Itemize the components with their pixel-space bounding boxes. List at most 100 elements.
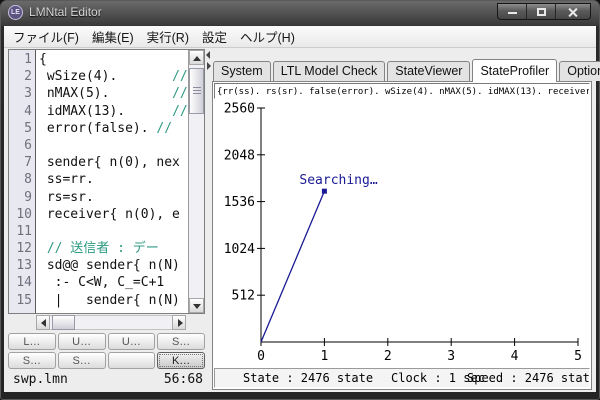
arrow-left-icon [41,319,46,327]
code-line: wSize(4). // [39,68,188,85]
chart-x-tick-label: 4 [511,349,519,364]
menu-item[interactable]: 編集(E) [92,27,134,46]
code-text: sd@@ sender{ n(N) [39,258,180,273]
window-title: LMNtal Editor [29,5,102,19]
code-text: receiver{ n(0), e [39,207,180,222]
line-number: 9 [9,189,32,206]
caret-position: 56:68 [164,371,203,389]
arrow-up-icon [193,56,201,61]
state-profiler-panel: {rr(ss). rs(sr). false(error). wSize(4).… [212,81,592,390]
code-line: sd@@ sender{ n(N) [39,257,188,274]
code-editor[interactable]: 123456789101112131415 { wSize(4). // nMA… [8,49,205,314]
line-number: 6 [9,137,32,154]
line-number: 4 [9,103,32,120]
tab-system[interactable]: System [213,61,271,81]
editor-button-grid: L…U…U…S…S…S…K… [8,333,205,369]
code-line: error(false). // [39,120,188,137]
code-text: { [39,52,47,67]
horizontal-scroll-thumb[interactable] [52,315,75,330]
title-bar[interactable]: LE LMNtal Editor [1,1,599,25]
comment-text: // 送信者 : デー [39,241,159,256]
chart-data-point [322,189,327,194]
code-text: nMAX(5). [39,86,172,101]
maximize-icon [537,8,546,16]
state-text-field[interactable]: {rr(ss). rs(sr). false(error). wSize(4).… [214,83,590,99]
code-line: { [39,51,188,68]
collapse-right-icon[interactable] [207,62,211,70]
code-line: nMAX(5). // [39,85,188,102]
tab-stateprofiler[interactable]: StateProfiler [472,59,557,82]
chart-x-tick-label: 0 [257,349,265,364]
menu-bar: ファイル(F) 編集(E) 実行(R) 設定ヘルプ(H) [4,26,596,48]
line-number: 11 [9,223,32,240]
line-number: 8 [9,171,32,188]
line-number: 15 [9,292,32,309]
chart-x-tick-label: 1 [320,349,328,364]
code-text: error(false). [39,121,156,136]
chart-y-tick-label: 1024 [224,242,255,257]
scroll-left-button[interactable] [36,315,50,330]
comment-text: // [156,121,172,136]
editor-button[interactable]: S… [58,352,106,369]
code-line [39,137,188,154]
editor-button[interactable] [108,352,156,369]
menu-item[interactable]: ヘルプ(H) [240,27,295,46]
arrow-down-icon [193,304,201,309]
editor-horizontal-scrollbar[interactable] [36,315,186,330]
line-number: 14 [9,274,32,291]
editor-vertical-scrollbar[interactable] [188,50,204,313]
chart-canvas: 5121024153620482560012345Searching… [213,102,592,369]
scroll-right-button[interactable] [172,315,186,330]
scroll-up-button[interactable] [189,50,204,65]
editor-status-bar: swp.lmn 56:68 [8,371,205,389]
code-line: receiver{ n(0), e [39,206,188,223]
app-icon: LE [8,5,23,20]
client-area: ファイル(F)編集(E)実行(R)設定ヘルプ(H) 12345678910111… [4,26,596,392]
code-text: ss=rr. [39,172,94,187]
tab-ltl-model-check[interactable]: LTL Model Check [273,61,386,81]
editor-button[interactable]: K… [157,352,205,369]
comment-text: // [172,69,188,84]
code-text: sender{ n(0), nex [39,155,180,170]
line-number: 10 [9,206,32,223]
line-number: 7 [9,154,32,171]
code-line: sender{ n(0), nex [39,154,188,171]
menu-item[interactable]: ファイル(F) [13,27,79,46]
close-button[interactable] [556,4,590,19]
editor-button[interactable]: U… [58,333,106,350]
line-number-gutter: 123456789101112131415 [9,50,36,313]
code-lines[interactable]: { wSize(4). // nMAX(5). // idMAX(13). //… [36,50,188,313]
chart-annotation: Searching… [299,173,377,188]
vertical-scroll-thumb[interactable] [189,68,204,114]
code-line: | sender{ n(N) [39,292,188,309]
chart-x-tick-label: 3 [447,349,455,364]
comment-text: // [172,86,188,101]
editor-button[interactable]: U… [108,333,156,350]
maximize-button[interactable] [527,4,556,19]
chart-x-tick-label: 2 [384,349,392,364]
minimize-button[interactable] [498,4,527,19]
line-number: 13 [9,257,32,274]
scroll-down-button[interactable] [189,298,204,313]
chart-y-tick-label: 2560 [224,102,255,117]
chart-series-line [261,191,324,342]
window-controls [497,3,591,20]
editor-button[interactable]: S… [8,352,56,369]
tab-option[interactable]: Option [559,61,600,81]
chart-y-tick-label: 2048 [224,148,255,163]
chart-y-tick-label: 1536 [224,195,255,210]
menu-item[interactable]: 実行(R) [147,27,189,46]
minimize-icon [508,12,517,14]
editor-button[interactable]: S… [157,333,205,350]
current-file-name: swp.lmn [13,371,68,389]
app-window: LE LMNtal Editor ファイル(F) 編集(E) 実行(R) 設定ヘルプ(… [0,0,600,400]
line-number: 5 [9,120,32,137]
arrow-right-icon [178,319,183,327]
chart-x-tick-label: 5 [574,349,582,364]
collapse-left-icon[interactable] [206,51,210,59]
tab-stateviewer[interactable]: StateViewer [387,61,470,81]
menu-item[interactable]: 設定 [202,27,227,46]
editor-button[interactable]: L… [8,333,56,350]
code-text: rs=sr. [39,190,94,205]
code-line [39,223,188,240]
